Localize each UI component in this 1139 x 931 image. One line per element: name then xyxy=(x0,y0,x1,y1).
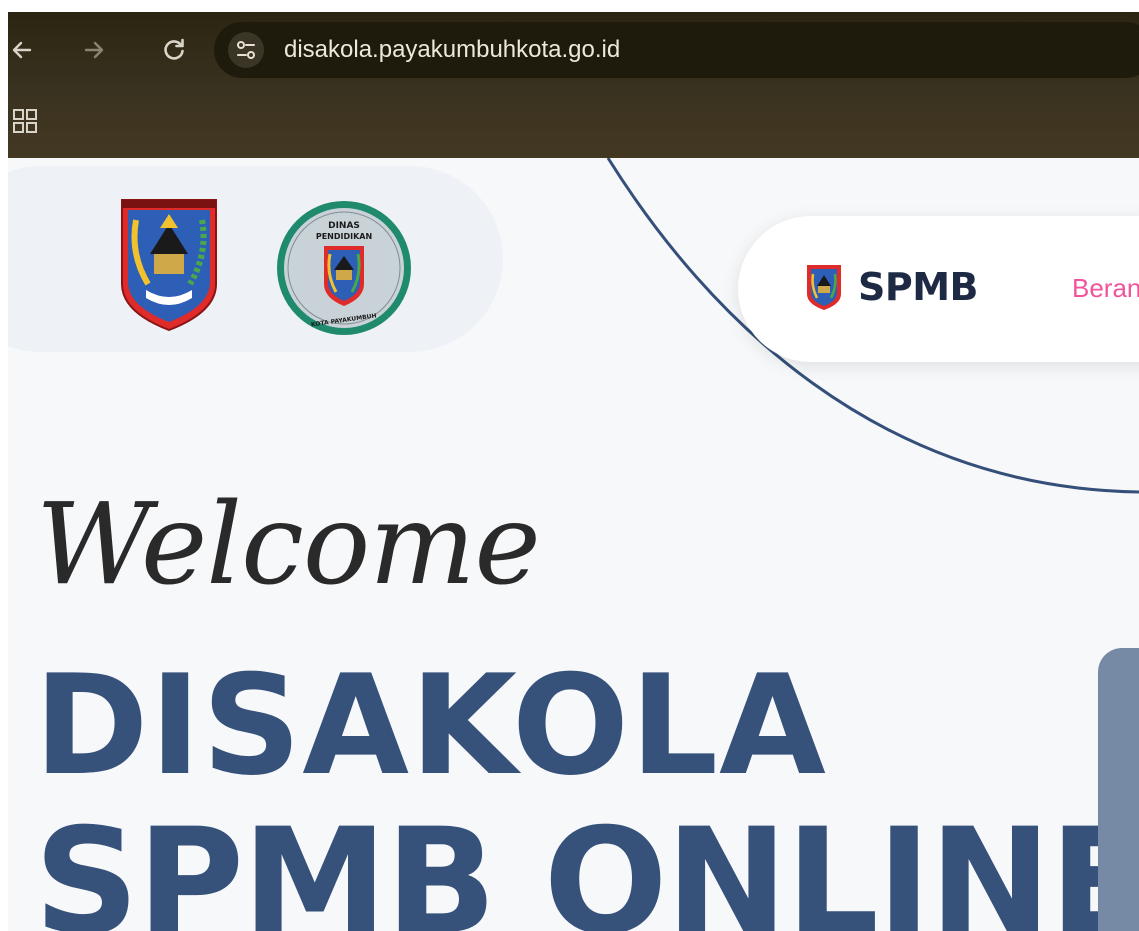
forward-button[interactable] xyxy=(80,36,108,64)
tune-icon xyxy=(237,41,255,59)
hero-title-line-1: DISAKOLA xyxy=(34,645,827,806)
dinas-pendidikan-logo: DINAS PENDIDIKAN KOTA PAYAKUMBUH xyxy=(274,198,414,338)
arrow-left-icon xyxy=(12,41,32,59)
city-emblem-logo xyxy=(116,194,222,334)
hero-side-card xyxy=(1098,648,1139,931)
back-button[interactable] xyxy=(8,36,36,64)
reload-icon xyxy=(164,38,184,60)
dinas-top-text: DINAS xyxy=(328,221,360,231)
apps-grid-icon xyxy=(13,109,37,133)
page-viewport: DINAS PENDIDIKAN KOTA PAYAKUMBUH SPMB Be… xyxy=(8,158,1139,931)
city-emblem-icon xyxy=(121,199,217,332)
welcome-heading: Welcome xyxy=(36,480,541,610)
brand-name[interactable]: SPMB xyxy=(858,265,979,309)
url-text[interactable]: disakola.payakumbuhkota.go.id xyxy=(284,36,620,64)
browser-toolbar: disakola.payakumbuhkota.go.id xyxy=(8,12,1139,158)
top-navbar: SPMB Beran xyxy=(738,216,1139,362)
reload-button[interactable] xyxy=(160,36,188,64)
dinas-pendidikan-icon: DINAS PENDIDIKAN KOTA PAYAKUMBUH xyxy=(277,201,411,335)
spmb-emblem-icon xyxy=(807,265,841,310)
dinas-middle-text: PENDIDIKAN xyxy=(316,232,372,241)
brand-logo[interactable] xyxy=(804,262,844,312)
address-bar[interactable]: disakola.payakumbuhkota.go.id xyxy=(214,22,1139,78)
hero-title-line-2: SPMB ONLINE xyxy=(34,797,1139,931)
screenshot-frame: disakola.payakumbuhkota.go.id DINAS PEND… xyxy=(8,12,1139,931)
logo-banner xyxy=(8,166,503,352)
apps-button[interactable] xyxy=(12,107,40,135)
site-info-button[interactable] xyxy=(228,32,264,68)
arrow-right-icon xyxy=(84,41,104,59)
nav-link-beranda[interactable]: Beran xyxy=(1072,273,1139,303)
